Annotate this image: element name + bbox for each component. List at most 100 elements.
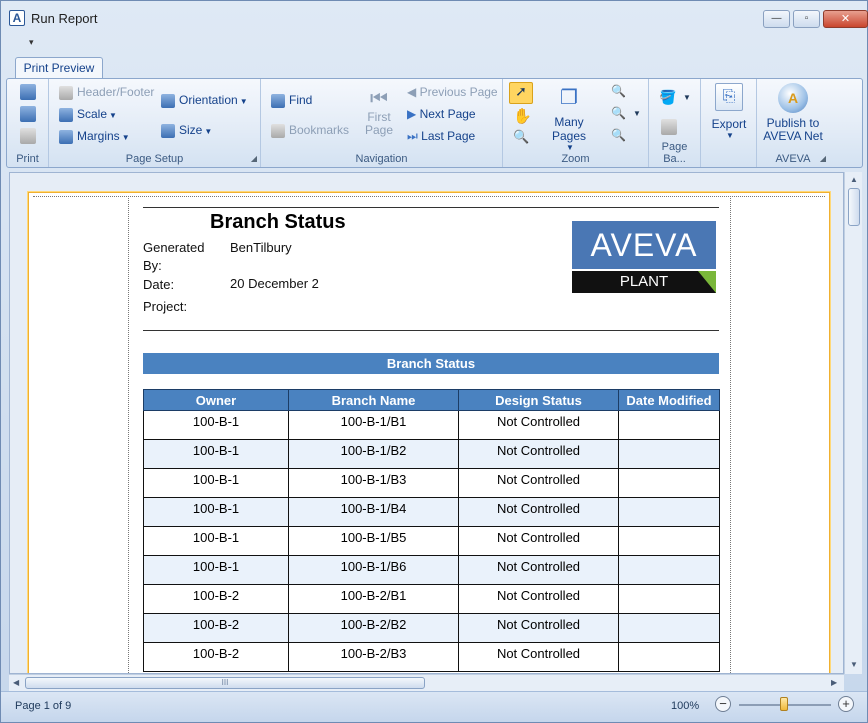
chevron-down-icon[interactable]: ▼ <box>683 93 691 102</box>
zoom-level: 100% <box>671 700 700 712</box>
cell-date-modified <box>618 497 720 527</box>
bookmarks-icon <box>271 123 285 138</box>
pointer-icon[interactable]: ➚ <box>509 82 533 104</box>
header-footer-button[interactable]: Header/Footer <box>59 85 154 100</box>
watermark-icon[interactable] <box>661 119 677 135</box>
cell-design-status: Not Controlled <box>458 439 619 469</box>
zoom-in-button[interactable]: + <box>838 696 854 712</box>
group-page-setup: Header/Footer Scale ▼ Margins ▼ Orientatio… <box>49 79 261 167</box>
vertical-scrollbar[interactable]: ▲ ▼ <box>844 172 862 674</box>
hand-tool-icon[interactable]: ✋ <box>513 107 532 125</box>
size-button[interactable]: Size ▼ <box>161 123 212 138</box>
options-icon[interactable] <box>20 128 36 144</box>
cell-branch-name: 100-B-1/B3 <box>288 468 459 498</box>
scale-button[interactable]: Scale ▼ <box>59 107 117 122</box>
scroll-right-icon[interactable]: ▶ <box>831 678 837 687</box>
vertical-scroll-thumb[interactable] <box>848 188 860 226</box>
next-page-icon: ▶ <box>407 107 420 121</box>
chevron-down-icon[interactable]: ▼ <box>633 109 641 118</box>
maximize-button[interactable]: ▫ <box>793 10 820 28</box>
chevron-down-icon: ▼ <box>726 131 734 140</box>
close-button[interactable]: ✕ <box>823 10 868 28</box>
zoom-out-button[interactable]: − <box>715 696 731 712</box>
scroll-grip: III <box>221 678 229 687</box>
column-header-owner: Owner <box>143 389 289 411</box>
table-row: 100-B-1 100-B-1/B1 Not Controlled <box>143 410 720 440</box>
cell-owner: 100-B-2 <box>143 642 289 672</box>
zoom-icon[interactable]: 🔍 <box>611 106 626 120</box>
cell-branch-name: 100-B-2/B1 <box>288 584 459 614</box>
next-page-button[interactable]: ▶ Next Page <box>407 107 476 121</box>
cell-branch-name: 100-B-1/B4 <box>288 497 459 527</box>
column-header-branch-name: Branch Name <box>288 389 459 411</box>
orientation-button[interactable]: Orientation ▼ <box>161 93 248 108</box>
header-footer-icon <box>59 85 73 100</box>
publish-icon: A <box>778 83 808 113</box>
cell-branch-name: 100-B-1/B6 <box>288 555 459 585</box>
print-icon[interactable] <box>20 84 36 100</box>
minimize-button[interactable]: — <box>763 10 790 28</box>
next-page-label: Next Page <box>419 107 476 121</box>
table-row: 100-B-2 100-B-2/B2 Not Controlled <box>143 613 720 643</box>
last-page-button[interactable]: ⏭ Last Page <box>407 129 475 144</box>
bookmarks-button[interactable]: Bookmarks <box>271 123 349 138</box>
zoom-out-icon[interactable]: 🔍 <box>611 84 626 98</box>
magnifier-icon[interactable]: 🔍 <box>513 129 529 145</box>
window-title: Run Report <box>31 11 98 26</box>
chevron-down-icon: ▼ <box>566 143 574 152</box>
chevron-down-icon: ▼ <box>204 127 213 136</box>
report-page: Branch Status Generated By: BenTilbury D… <box>28 192 830 673</box>
margins-button[interactable]: Margins ▼ <box>59 129 130 144</box>
scroll-down-icon[interactable]: ▼ <box>850 660 858 669</box>
chevron-down-icon: ▼ <box>121 133 130 142</box>
horizontal-scroll-thumb[interactable]: III <box>25 677 425 689</box>
export-button[interactable]: ⎘ Export ▼ <box>707 83 751 140</box>
cell-branch-name: 100-B-2/B3 <box>288 642 459 672</box>
group-label-print: Print <box>16 153 39 165</box>
margins-icon <box>59 129 73 144</box>
dialog-launcher-icon[interactable]: ◢ <box>820 154 826 163</box>
group-label-aveva: AVEVA <box>775 153 811 165</box>
find-label: Find <box>289 93 313 107</box>
cell-date-modified <box>618 555 720 585</box>
header-rule-top <box>143 207 719 208</box>
quick-print-icon[interactable] <box>20 106 36 122</box>
header-rule-bottom <box>143 330 719 331</box>
many-pages-button[interactable]: ❐ Many Pages ▼ <box>539 85 599 152</box>
horizontal-scrollbar[interactable]: ◀ III ▶ <box>9 674 844 691</box>
scroll-left-icon[interactable]: ◀ <box>13 678 19 687</box>
find-button[interactable]: Find <box>271 93 312 108</box>
cell-design-status: Not Controlled <box>458 497 619 527</box>
page-color-icon[interactable]: 🪣 <box>659 89 676 106</box>
table-row: 100-B-2 100-B-2/B1 Not Controlled <box>143 584 720 614</box>
publish-label: Publish to AVEVA Net <box>763 116 823 143</box>
zoom-in-icon[interactable]: 🔍 <box>611 128 626 142</box>
publish-aveva-net-button[interactable]: A Publish to AVEVA Net <box>761 83 825 143</box>
first-page-icon: ⏮ <box>370 88 388 110</box>
run-report-window: A Run Report — ▫ ✕ ▾ Print Preview Print… <box>0 0 868 723</box>
quick-access-toolbar-dropdown[interactable]: ▾ <box>29 37 34 48</box>
group-zoom: ➚ ✋ 🔍 ❐ Many Pages ▼ 🔍 🔍 ▼ 🔍 Zoom <box>503 79 649 167</box>
title-bar: A Run Report — ▫ ✕ <box>1 1 868 35</box>
zoom-slider-thumb[interactable] <box>780 697 788 711</box>
cell-design-status: Not Controlled <box>458 468 619 498</box>
previous-page-button[interactable]: ◀ Previous Page <box>407 85 498 99</box>
cell-design-status: Not Controlled <box>458 410 619 440</box>
scroll-up-icon[interactable]: ▲ <box>850 175 858 184</box>
tab-print-preview[interactable]: Print Preview <box>15 57 103 79</box>
preview-document-area[interactable]: Branch Status Generated By: BenTilbury D… <box>9 172 844 674</box>
export-icon: ⎘ <box>715 83 743 111</box>
app-icon: A <box>9 10 25 26</box>
first-page-button[interactable]: ⏮ First Page <box>361 87 397 137</box>
chevron-down-icon: ▼ <box>239 97 248 106</box>
cell-owner: 100-B-2 <box>143 613 289 643</box>
orientation-label: Orientation <box>179 93 238 107</box>
cell-owner: 100-B-1 <box>143 497 289 527</box>
dialog-launcher-icon[interactable]: ◢ <box>251 154 257 163</box>
table-row: 100-B-1 100-B-1/B3 Not Controlled <box>143 468 720 498</box>
find-icon <box>271 93 285 108</box>
column-header-date-modified: Date Modified <box>618 389 720 411</box>
last-page-label: Last Page <box>421 129 476 143</box>
date-value: 20 December 2 <box>230 276 319 291</box>
logo-aveva-text: AVEVA <box>572 221 716 269</box>
